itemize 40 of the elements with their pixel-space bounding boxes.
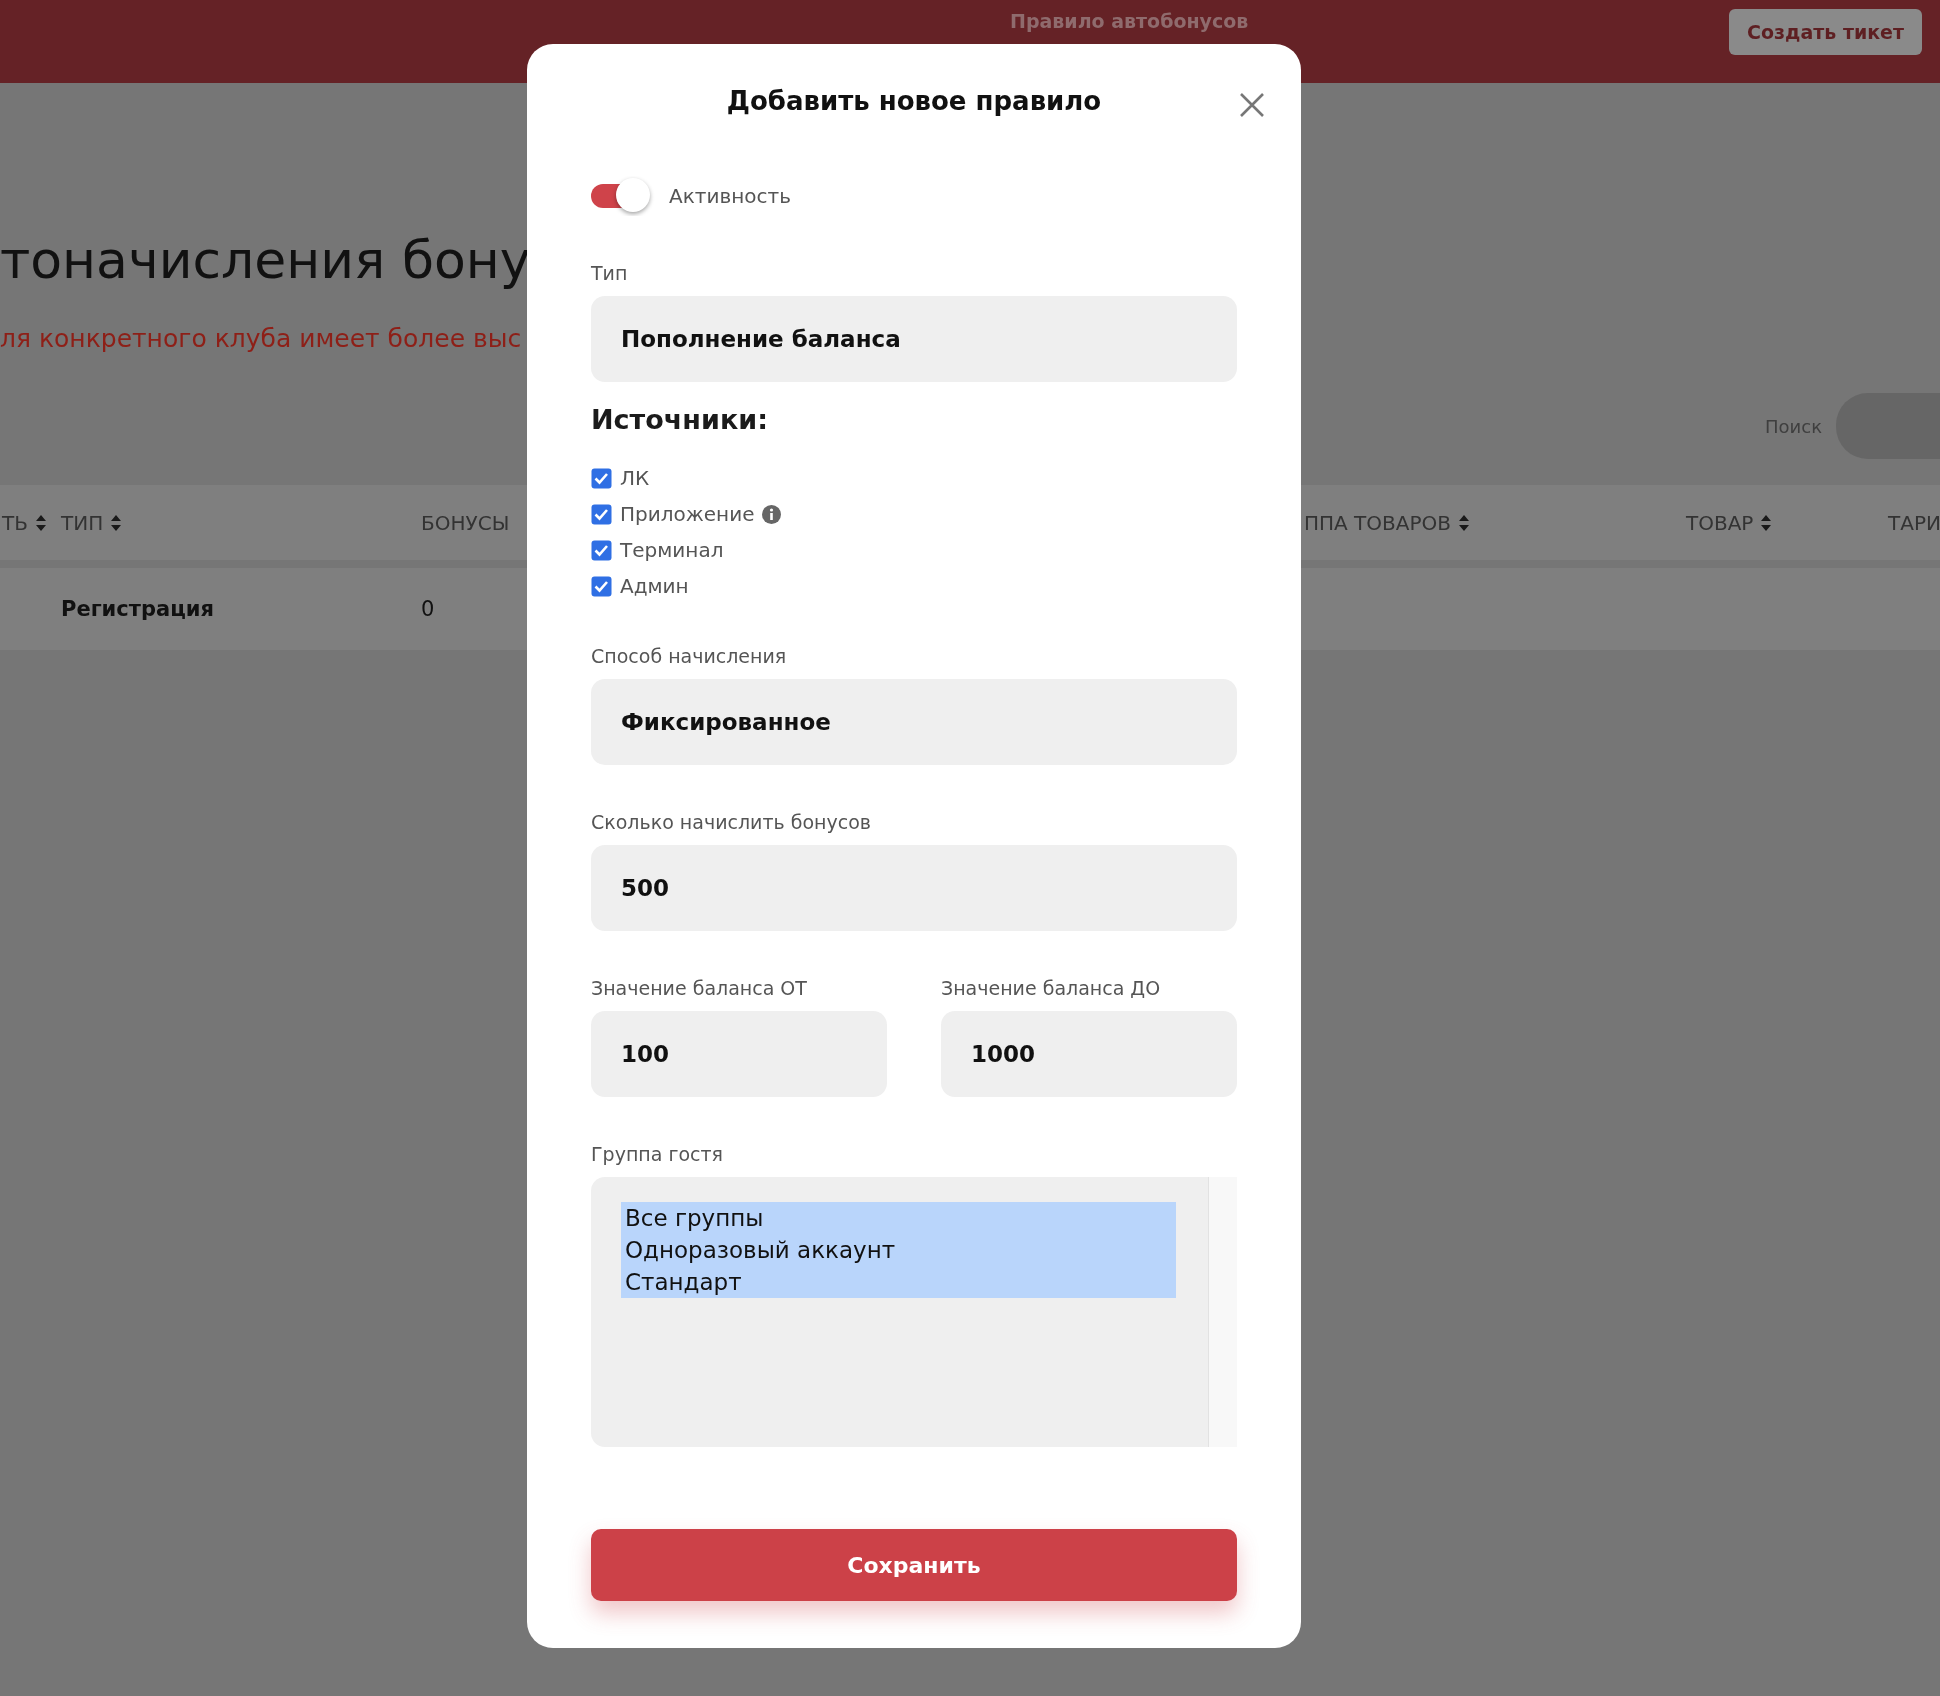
field-label: Способ начисления — [591, 645, 788, 667]
save-button[interactable]: Сохранить — [591, 1529, 1237, 1601]
sort-icon[interactable] — [1761, 514, 1772, 531]
field-label: Тип — [591, 262, 629, 284]
close-icon[interactable] — [1239, 92, 1265, 118]
field-label: Группа гостя — [591, 1143, 724, 1165]
select-field[interactable]: Пополнение баланса — [591, 296, 1237, 382]
checkbox-label: ЛК — [620, 466, 650, 490]
checkbox[interactable] — [591, 575, 612, 597]
section-heading: Источники: — [591, 404, 769, 435]
modal-title: Добавить новое правило — [726, 86, 1102, 116]
create-ticket-button[interactable]: Создать тикет — [1729, 9, 1922, 55]
list-option[interactable]: Все группы — [621, 1202, 1176, 1234]
field-label: Значение баланса ДО — [941, 977, 1162, 999]
info-icon[interactable] — [762, 504, 782, 524]
toggle-label: Активность — [669, 184, 791, 208]
input-field[interactable]: 1000 — [941, 1011, 1237, 1097]
checkbox-label: Админ — [620, 574, 689, 598]
checkbox-label: Приложение — [620, 502, 755, 526]
list-box[interactable]: Все группы Одноразовый аккаунт Стандарт — [591, 1177, 1237, 1447]
page-title: тоначисления бону — [0, 229, 531, 292]
input-field[interactable]: 500 — [591, 845, 1237, 931]
search-label: Поиск — [1765, 415, 1822, 437]
input-field[interactable]: 100 — [591, 1011, 887, 1097]
table-cell: Регистрация — [61, 597, 214, 621]
checkbox-label: Терминал — [620, 538, 724, 562]
select-field[interactable]: Фиксированное — [591, 679, 1237, 765]
field-label: Сколько начислить бонусов — [591, 811, 872, 833]
sort-icon[interactable] — [35, 514, 46, 531]
checkbox[interactable] — [591, 503, 612, 525]
list-option[interactable]: Стандарт — [621, 1266, 1176, 1298]
sort-icon[interactable] — [111, 514, 122, 531]
sort-icon[interactable] — [1459, 514, 1469, 531]
notice-text: ля конкретного клуба имеет более выс — [0, 324, 522, 353]
page-heading: Правило автобонусов — [1010, 10, 1249, 32]
table-cell: 0 — [421, 597, 435, 621]
checkbox[interactable] — [591, 467, 612, 489]
list-option[interactable]: Одноразовый аккаунт — [621, 1234, 1176, 1266]
checkbox[interactable] — [591, 539, 612, 561]
field-label: Значение баланса ОТ — [591, 977, 808, 999]
